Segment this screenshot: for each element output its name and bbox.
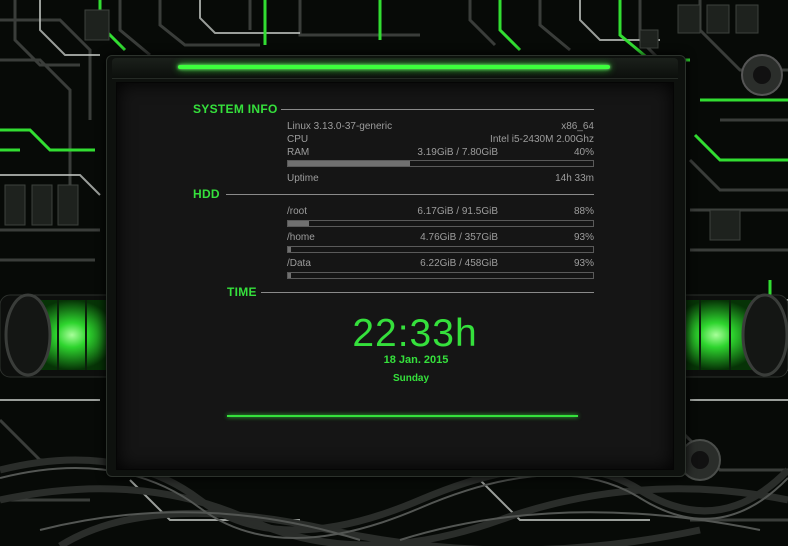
- drive-usage-bar-fill: [288, 221, 310, 226]
- panel-bottom-accent: [227, 415, 578, 417]
- ram-usage-bar-fill: [288, 161, 410, 166]
- uptime-label: Uptime: [287, 173, 319, 184]
- section-title-hdd: HDD: [193, 187, 220, 201]
- ram-percent: 40%: [573, 147, 594, 158]
- drive-usage-bar-fill: [288, 273, 292, 278]
- section-rule: [281, 109, 594, 110]
- panel-glow-strip: [178, 65, 610, 69]
- drive-usage: 6.17GiB / 91.5GiB: [417, 206, 498, 217]
- clock-display: 22:33h: [352, 312, 478, 355]
- drive-mount: /Data: [287, 258, 311, 269]
- section-title-time: TIME: [227, 285, 257, 299]
- ram-label: RAM: [287, 147, 310, 158]
- uptime-value: 14h 33m: [555, 173, 594, 184]
- kernel-label: Linux 3.13.0-37-generic: [287, 121, 393, 132]
- section-rule: [226, 194, 594, 195]
- drive-percent: 93%: [573, 232, 594, 243]
- section-title-system-info: SYSTEM INFO: [193, 102, 278, 116]
- drive-usage-bar: [287, 272, 594, 279]
- drive-mount: /root: [287, 206, 308, 217]
- drive-usage-bar: [287, 246, 594, 253]
- ram-usage: 3.19GiB / 7.80GiB: [417, 147, 498, 158]
- arch-value: x86_64: [561, 121, 594, 132]
- drive-usage-bar: [287, 220, 594, 227]
- weekday-display: Sunday: [392, 373, 430, 384]
- drive-usage-bar-fill: [288, 247, 292, 252]
- drive-usage: 6.22GiB / 458GiB: [420, 258, 498, 269]
- drive-percent: 88%: [573, 206, 594, 217]
- section-rule: [261, 292, 594, 293]
- ram-usage-bar: [287, 160, 594, 167]
- drive-percent: 93%: [573, 258, 594, 269]
- date-display: 18 Jan. 2015: [383, 354, 449, 366]
- cpu-label: CPU: [287, 134, 309, 145]
- drive-mount: /home: [287, 232, 315, 243]
- cpu-value: Intel i5-2430M 2.00Ghz: [490, 134, 594, 145]
- drive-usage: 4.76GiB / 357GiB: [420, 232, 498, 243]
